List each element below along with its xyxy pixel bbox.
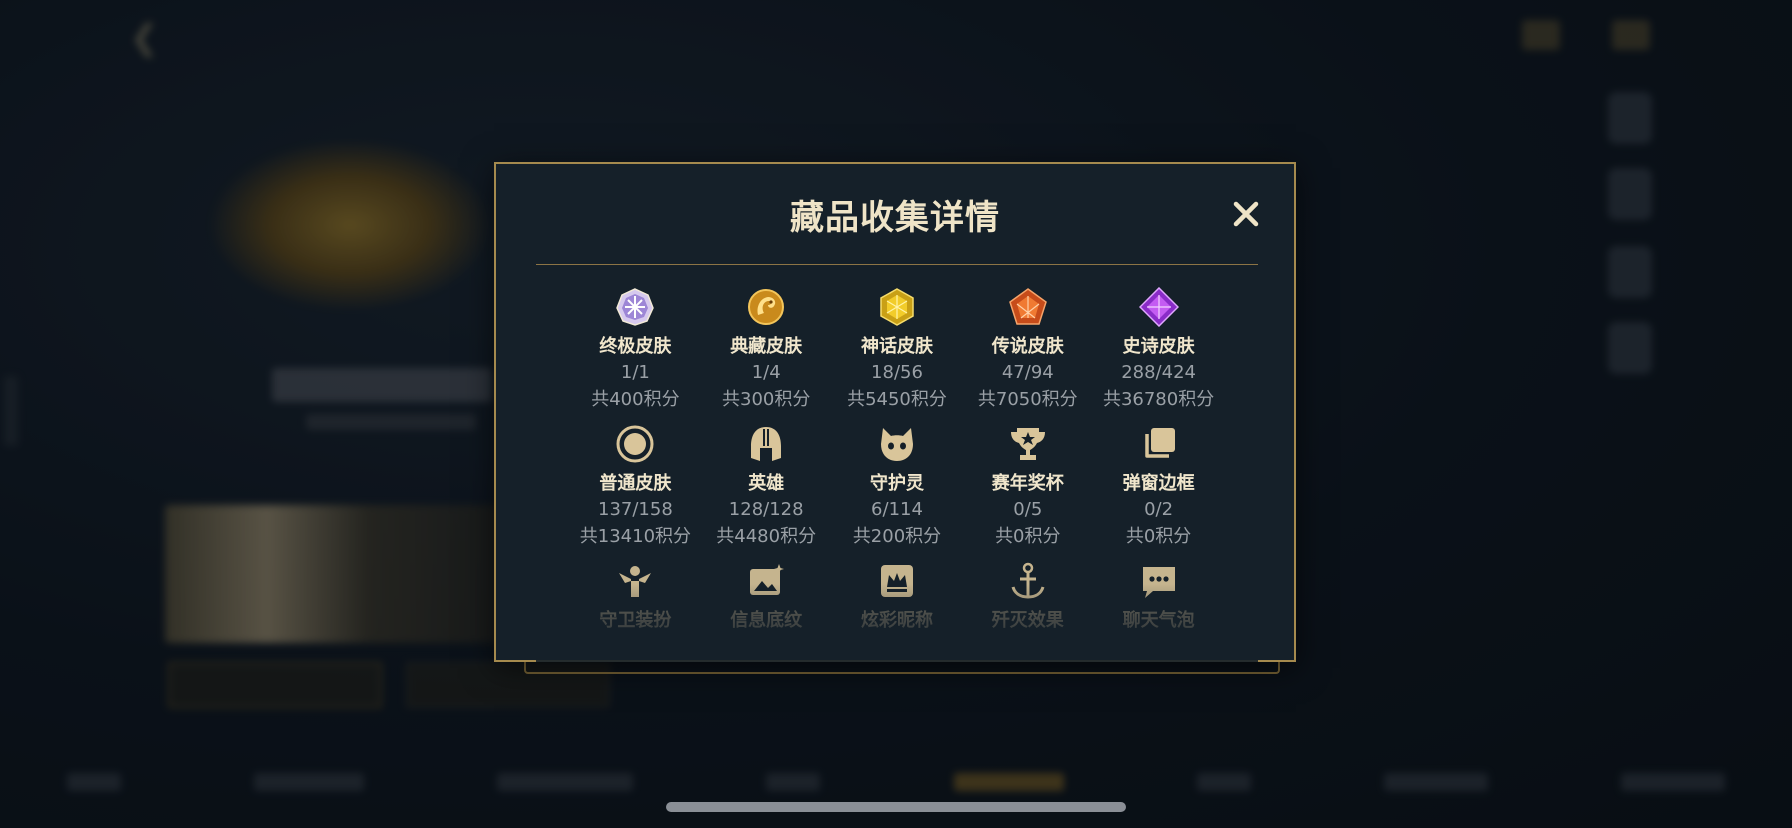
item-points: 共7050积分: [977, 389, 1078, 410]
epic-skin-icon: [1138, 286, 1180, 328]
collection-details-dialog: 藏品收集详情 终极皮肤 1/1 共400积分 典藏皮肤 1/4 共300积分 神…: [494, 162, 1296, 662]
info-background-icon: [745, 560, 787, 602]
item-label: 聊天气泡: [1122, 610, 1195, 631]
item-count: 288/424: [1121, 362, 1196, 383]
item-label: 终极皮肤: [599, 336, 672, 357]
home-indicator[interactable]: [666, 802, 1126, 812]
item-count: 0/5: [1013, 499, 1043, 520]
collection-skin-icon: [745, 286, 787, 328]
item-points: 共5450积分: [847, 389, 947, 410]
item-count: 47/94: [1001, 362, 1054, 383]
collection-item-guardian-spirit[interactable]: 守护灵 6/114 共200积分: [832, 423, 963, 548]
item-count: 137/158: [598, 499, 673, 520]
item-points: 共0积分: [995, 526, 1061, 547]
item-points: 共13410积分: [579, 526, 692, 547]
item-label: 守卫装扮: [599, 610, 672, 631]
hero-helmet-icon: [745, 423, 787, 465]
item-count: 128/128: [728, 499, 804, 520]
item-label: 神话皮肤: [860, 336, 933, 357]
legendary-skin-icon: [1007, 286, 1049, 328]
collection-item-epic-skin[interactable]: 史诗皮肤 288/424 共36780积分: [1093, 286, 1224, 411]
collection-item-ultimate-skin[interactable]: 终极皮肤 1/1 共400积分: [570, 286, 701, 411]
item-points: 共4480积分: [716, 526, 817, 547]
item-points: 共0积分: [1125, 526, 1192, 547]
colorful-nickname-icon: [876, 560, 918, 602]
popup-frame-icon: [1138, 423, 1180, 465]
collection-item-normal-skin[interactable]: 普通皮肤 137/158 共13410积分: [570, 423, 701, 548]
item-label: 弹窗边框: [1122, 473, 1195, 494]
collection-item-collection-skin[interactable]: 典藏皮肤 1/4 共300积分: [701, 286, 832, 411]
item-points: 共400积分: [591, 389, 680, 410]
item-label: 普通皮肤: [599, 473, 672, 494]
collection-grid: 终极皮肤 1/1 共400积分 典藏皮肤 1/4 共300积分 神话皮肤 18/…: [570, 286, 1224, 632]
annihilation-effect-icon: [1007, 560, 1049, 602]
item-points: 共200积分: [852, 526, 942, 547]
collection-item-legendary-skin[interactable]: 传说皮肤 47/94 共7050积分: [962, 286, 1093, 411]
collection-item-info-background[interactable]: 信息底纹: [701, 560, 832, 632]
guardian-spirit-icon: [876, 423, 918, 465]
dialog-title: 藏品收集详情: [790, 198, 1000, 238]
ultimate-skin-icon: [614, 286, 656, 328]
chat-bubble-icon: [1138, 560, 1180, 602]
item-count: 1/1: [620, 362, 650, 383]
collection-item-popup-frame[interactable]: 弹窗边框 0/2 共0积分: [1093, 423, 1224, 548]
item-label: 歼灭效果: [991, 610, 1064, 631]
collection-item-chat-bubble[interactable]: 聊天气泡: [1093, 560, 1224, 632]
item-count: 6/114: [871, 499, 923, 520]
item-count: 1/4: [751, 362, 781, 383]
collection-item-hero[interactable]: 英雄 128/128 共4480积分: [701, 423, 832, 548]
collection-item-guard-outfit[interactable]: 守卫装扮: [570, 560, 701, 632]
collection-item-annihilation-effect[interactable]: 歼灭效果: [962, 560, 1093, 632]
item-points: 共36780积分: [1102, 389, 1215, 410]
mythic-skin-icon: [876, 286, 918, 328]
close-icon: [1233, 201, 1259, 227]
season-trophy-icon: [1007, 423, 1049, 465]
collection-item-colorful-nickname[interactable]: 炫彩昵称: [832, 560, 963, 632]
item-label: 传说皮肤: [991, 336, 1064, 357]
item-label: 史诗皮肤: [1122, 336, 1195, 357]
item-label: 赛年奖杯: [991, 473, 1064, 494]
normal-skin-icon: [614, 423, 656, 465]
item-count: 18/56: [871, 362, 923, 383]
item-label: 信息底纹: [730, 610, 803, 631]
guard-outfit-icon: [614, 560, 656, 602]
modal-bottom-trim: [524, 662, 1280, 674]
item-label: 英雄: [748, 473, 785, 494]
collection-item-mythic-skin[interactable]: 神话皮肤 18/56 共5450积分: [832, 286, 963, 411]
item-label: 典藏皮肤: [730, 336, 803, 357]
item-count: 0/2: [1144, 499, 1174, 520]
title-divider: [536, 264, 1258, 265]
collection-item-season-trophy[interactable]: 赛年奖杯 0/5 共0积分: [962, 423, 1093, 548]
item-label: 炫彩昵称: [860, 610, 933, 631]
item-points: 共300积分: [722, 389, 811, 410]
item-label: 守护灵: [869, 473, 924, 494]
close-button[interactable]: [1224, 192, 1268, 236]
